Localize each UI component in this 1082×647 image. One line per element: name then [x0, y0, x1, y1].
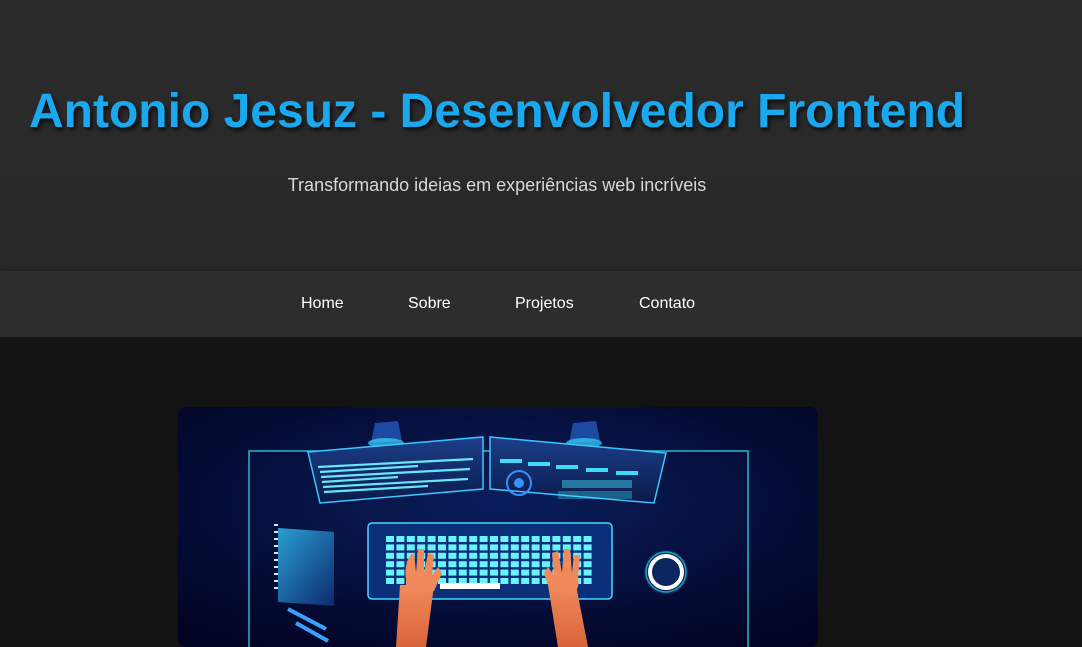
keyboard-key: [386, 569, 394, 576]
keyboard-key: [479, 561, 488, 568]
keyboard-key: [510, 569, 519, 576]
keyboard-key: [510, 561, 519, 568]
keyboard-key: [458, 561, 467, 568]
keyboard-key: [458, 544, 467, 551]
keyboard-key: [469, 569, 478, 576]
keyboard-key: [531, 552, 540, 559]
keyboard-key: [583, 578, 592, 584]
notebook: [274, 524, 334, 606]
keyboard-key: [469, 561, 478, 568]
keyboard-key: [521, 544, 530, 551]
keyboard-key: [531, 561, 540, 568]
keyboard-key: [386, 578, 394, 584]
keyboard-key: [490, 569, 498, 576]
keyboard-key: [500, 561, 509, 568]
keyboard-key: [386, 552, 394, 559]
keyboard-key: [479, 552, 488, 559]
keyboard-key: [573, 536, 582, 542]
keyboard-key: [386, 544, 394, 551]
keyboard-key: [531, 569, 540, 576]
keyboard-key: [396, 578, 405, 584]
keyboard-key: [448, 544, 457, 551]
page-title: Antonio Jesuz - Desenvolvedor Frontend: [29, 85, 966, 138]
keyboard-key: [500, 578, 509, 584]
keyboard-key: [438, 536, 446, 542]
keyboard-key: [490, 544, 498, 551]
keyboard-key: [542, 544, 550, 551]
keyboard-key: [448, 569, 457, 576]
keyboard-key: [531, 544, 540, 551]
page-subtitle: Transformando ideias em experiências web…: [287, 175, 707, 195]
keyboard-key: [552, 544, 561, 551]
keyboard-key: [542, 561, 550, 568]
nav-link-projetos[interactable]: Projetos: [515, 295, 574, 313]
keyboard-key: [521, 552, 530, 559]
keyboard-key: [438, 552, 446, 559]
keyboard-key: [490, 536, 498, 542]
keyboard-key: [396, 569, 405, 576]
keyboard-key: [583, 569, 592, 576]
keyboard-key: [396, 544, 405, 551]
keyboard-key: [438, 544, 446, 551]
keyboard-key: [552, 536, 561, 542]
keyboard-key: [406, 544, 415, 551]
desk-illustration-svg: [178, 407, 818, 647]
keyboard-key: [521, 569, 530, 576]
nav-link-contato[interactable]: Contato: [639, 295, 695, 313]
keyboard-key: [469, 544, 478, 551]
keyboard-key: [573, 544, 582, 551]
keyboard-key: [583, 552, 592, 559]
keyboard-key: [583, 544, 592, 551]
keyboard-key: [510, 552, 519, 559]
keyboard-key: [500, 544, 509, 551]
keyboard-key: [438, 561, 446, 568]
keyboard-key: [542, 536, 550, 542]
keyboard-key: [458, 552, 467, 559]
keyboard-spacebar: [440, 583, 500, 589]
keyboard-key: [521, 561, 530, 568]
keyboard-key: [406, 536, 415, 542]
keyboard-key: [448, 536, 457, 542]
keyboard-key: [562, 536, 571, 542]
keyboard-key: [521, 578, 530, 584]
keyboard-key: [386, 536, 394, 542]
keyboard-key: [510, 544, 519, 551]
keyboard-key: [469, 536, 478, 542]
keyboard-key: [500, 552, 509, 559]
keyboard-key: [583, 561, 592, 568]
keyboard-key: [490, 561, 498, 568]
keyboard-key: [448, 561, 457, 568]
keyboard-key: [521, 536, 530, 542]
keyboard-key: [427, 536, 436, 542]
keyboard-key: [458, 536, 467, 542]
keyboard-key: [500, 536, 509, 542]
nav-link-home[interactable]: Home: [301, 295, 344, 313]
keyboard-key: [500, 569, 509, 576]
main-nav: Home Sobre Projetos Contato: [0, 271, 1082, 337]
header: Antonio Jesuz - Desenvolvedor Frontend T…: [0, 0, 1082, 271]
keyboard-key: [469, 552, 478, 559]
keyboard-key: [417, 536, 426, 542]
keyboard-key: [396, 552, 405, 559]
keyboard-key: [458, 569, 467, 576]
nav-link-sobre[interactable]: Sobre: [408, 295, 451, 313]
keyboard-key: [479, 569, 488, 576]
keyboard-key: [490, 552, 498, 559]
keyboard-key: [479, 544, 488, 551]
keyboard-key: [448, 552, 457, 559]
keyboard-key: [531, 536, 540, 542]
developer-desk-illustration-image: [178, 407, 818, 647]
keyboard-key: [396, 536, 405, 542]
keyboard-key: [386, 561, 394, 568]
keyboard-key: [479, 536, 488, 542]
keyboard-key: [531, 578, 540, 584]
keyboard-key: [427, 544, 436, 551]
keyboard-key: [510, 578, 519, 584]
keyboard-key: [542, 552, 550, 559]
keyboard-key: [510, 536, 519, 542]
keyboard-key: [583, 536, 592, 542]
keyboard-key: [396, 561, 405, 568]
